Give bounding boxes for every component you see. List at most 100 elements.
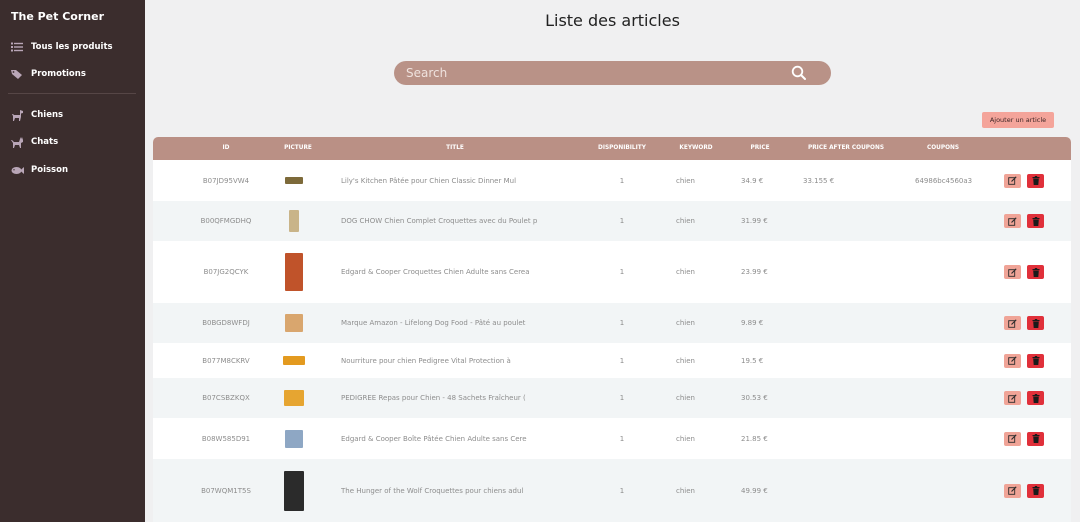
edit-button[interactable] <box>1004 483 1021 498</box>
column-header-price: PRICE <box>750 145 770 151</box>
cell-coupons <box>915 393 975 403</box>
edit-button[interactable] <box>1004 316 1021 330</box>
delete-button[interactable] <box>1027 431 1044 446</box>
column-header-keyword: KEYWORD <box>679 145 713 151</box>
edit-button[interactable] <box>1004 265 1021 279</box>
search-input[interactable] <box>406 64 786 82</box>
cell-id: B00QFMGDHQ <box>200 217 252 225</box>
cell-coupons: 64986bc4560a3 <box>915 176 973 185</box>
sidebar-item-promotions[interactable]: Promotions <box>10 66 86 82</box>
cell-id: B08W585D91 <box>201 434 251 443</box>
trash-icon <box>1032 486 1039 495</box>
edit-button[interactable] <box>1004 353 1021 368</box>
cell-coupons <box>915 318 975 328</box>
cell-disponibility: 1 <box>619 268 625 276</box>
edit-icon <box>1008 267 1017 277</box>
edit-icon <box>1008 486 1017 495</box>
page-title: Liste des articles <box>545 11 680 30</box>
cell-keyword: chien <box>676 217 695 225</box>
product-thumbnail <box>284 470 304 511</box>
column-header-id: ID <box>222 145 230 151</box>
trash-icon <box>1032 434 1039 443</box>
cell-disponibility: 1 <box>619 176 625 185</box>
cell-price: 30.53 € <box>741 394 768 402</box>
cell-price: 49.99 € <box>741 486 768 495</box>
search-bar <box>394 61 831 85</box>
tag-icon <box>10 68 24 80</box>
edit-icon <box>1008 393 1017 403</box>
cell-coupons <box>915 267 975 277</box>
cell-id: B077M8CKRV <box>202 356 250 365</box>
cell-price: 21.85 € <box>741 434 768 443</box>
edit-icon <box>1008 356 1017 365</box>
dog-icon <box>10 109 24 121</box>
sidebar-divider <box>8 93 136 94</box>
cell-title: Lily's Kitchen Pâtée pour Chien Classic … <box>341 176 517 185</box>
delete-button[interactable] <box>1027 353 1044 368</box>
delete-button[interactable] <box>1027 483 1044 498</box>
column-header-title: TITLE <box>446 145 464 151</box>
column-header-coupons: COUPONS <box>926 145 960 151</box>
cell-keyword: chien <box>676 486 695 495</box>
cell-price-after-coupons: 33.155 € <box>803 176 835 185</box>
cell-price: 19.5 € <box>741 356 764 365</box>
edit-icon <box>1008 216 1017 226</box>
edit-button[interactable] <box>1004 214 1021 228</box>
cell-price-after-coupons <box>803 434 863 444</box>
cell-title: Edgard & Cooper Croquettes Chien Adulte … <box>341 268 530 276</box>
cell-keyword: chien <box>676 394 695 402</box>
table-row: B07JG2QCYK Edgard & Cooper Croquettes Chi… <box>153 241 1071 303</box>
trash-icon <box>1032 267 1039 277</box>
sidebar-item-poisson[interactable]: Poisson <box>10 162 68 178</box>
cell-id: B07CSBZKQX <box>202 394 250 402</box>
sidebar-item-chiens[interactable]: Chiens <box>10 107 63 123</box>
delete-button[interactable] <box>1027 173 1044 188</box>
list-icon <box>10 41 24 53</box>
product-thumbnail <box>285 314 303 332</box>
add-article-button[interactable]: Ajouter un article <box>982 112 1054 128</box>
cell-coupons <box>915 216 975 226</box>
table-row: B0BGD8WFDJ Marque Amazon - Lifelong Dog F… <box>153 303 1071 343</box>
sidebar-item-chats[interactable]: Chats <box>10 134 58 150</box>
delete-button[interactable] <box>1027 391 1044 405</box>
trash-icon <box>1032 318 1039 328</box>
delete-button[interactable] <box>1027 265 1044 279</box>
edit-button[interactable] <box>1004 391 1021 405</box>
cell-price: 23.99 € <box>741 268 768 276</box>
cell-price-after-coupons <box>803 356 863 366</box>
table-header: ID PICTURE TITLE DISPONIBILITY KEYWORD P… <box>153 137 1071 160</box>
cell-coupons <box>915 434 975 444</box>
edit-button[interactable] <box>1004 431 1021 446</box>
product-thumbnail <box>285 253 303 291</box>
edit-icon <box>1008 176 1017 185</box>
cell-disponibility: 1 <box>619 217 625 225</box>
cell-price: 9.89 € <box>741 319 764 327</box>
cell-title: Edgard & Cooper Boîte Pâtée Chien Adulte… <box>341 434 527 443</box>
cell-keyword: chien <box>676 268 695 276</box>
cell-price-after-coupons <box>803 393 863 403</box>
cell-keyword: chien <box>676 356 695 365</box>
cell-id: B07JG2QCYK <box>203 268 249 276</box>
search-icon[interactable] <box>791 65 807 81</box>
edit-button[interactable] <box>1004 173 1021 188</box>
cell-disponibility: 1 <box>619 434 625 443</box>
cell-title: Nourriture pour chien Pedigree Vital Pro… <box>341 356 511 365</box>
cell-price-after-coupons <box>803 318 863 328</box>
product-thumbnail <box>289 210 299 232</box>
cell-price-after-coupons <box>803 267 863 277</box>
edit-icon <box>1008 434 1017 443</box>
cell-disponibility: 1 <box>619 394 625 402</box>
table-row: B00QFMGDHQ DOG CHOW Chien Complet Croquet… <box>153 201 1071 241</box>
sidebar-item-all-products[interactable]: Tous les produits <box>10 39 113 55</box>
cell-disponibility: 1 <box>619 319 625 327</box>
cell-id: B0BGD8WFDJ <box>202 319 250 327</box>
column-header-picture: PICTURE <box>284 145 312 151</box>
cell-title: The Hunger of the Wolf Croquettes pour c… <box>341 486 524 495</box>
cell-disponibility: 1 <box>619 486 625 495</box>
trash-icon <box>1032 393 1039 403</box>
table-row: B077M8CKRV Nourriture pour chien Pedigree… <box>153 343 1071 378</box>
product-thumbnail <box>284 390 304 406</box>
delete-button[interactable] <box>1027 316 1044 330</box>
column-header-price-after-coupons: PRICE AFTER COUPONS <box>807 145 885 151</box>
delete-button[interactable] <box>1027 214 1044 228</box>
